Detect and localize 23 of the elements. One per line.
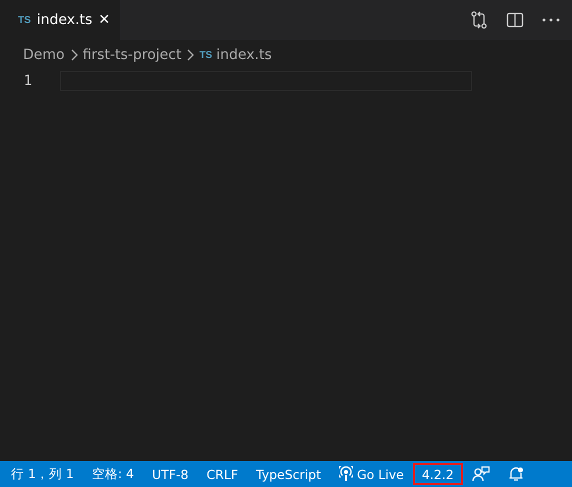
more-actions-icon[interactable]: [542, 18, 560, 22]
breadcrumb-item[interactable]: index.ts: [216, 47, 272, 63]
line-number: 1: [22, 72, 32, 91]
status-bar-item[interactable]: TypeScript: [247, 463, 330, 485]
status-bar-item[interactable]: UTF-8: [143, 463, 198, 485]
status-bar-item[interactable]: 空格: 4: [82, 463, 143, 485]
status-bar-item[interactable]: 行 1，列 1: [2, 463, 83, 485]
breadcrumb-item[interactable]: first-ts-project: [82, 47, 182, 63]
editor-tab[interactable]: TS index.ts ✕: [0, 0, 120, 40]
breadcrumb-item[interactable]: Demo: [23, 47, 65, 63]
close-icon[interactable]: ✕: [98, 12, 110, 28]
status-bar-item[interactable]: 4.2.2: [412, 463, 463, 485]
person-feedback-icon: [472, 466, 490, 482]
status-bar-item[interactable]: Go Live: [330, 463, 413, 485]
chevron-icon: [68, 49, 79, 61]
typescript-file-icon: TS: [18, 14, 31, 26]
split-editor-icon[interactable]: [506, 11, 524, 29]
chevron-icon: [185, 49, 196, 61]
broadcast-icon: [339, 466, 353, 482]
bell-icon: [508, 466, 524, 482]
typescript-file-icon: TS: [199, 50, 212, 60]
compare-changes-icon[interactable]: [470, 11, 488, 29]
status-bar-item[interactable]: CRLF: [197, 463, 248, 485]
